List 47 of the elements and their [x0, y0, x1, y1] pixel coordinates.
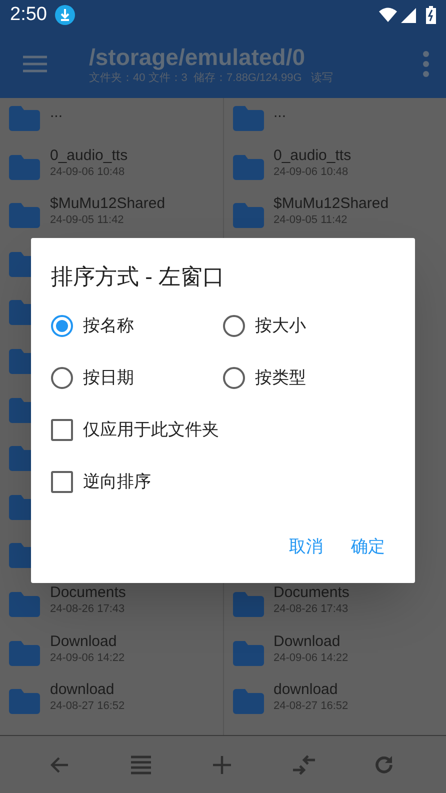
folder-icon [232, 106, 264, 131]
folder-icon [9, 592, 40, 617]
radio-option[interactable]: 按名称 [51, 314, 223, 338]
folder-name: 0_audio_tts [274, 146, 352, 165]
folder-icon [9, 640, 40, 666]
folder-name: Documents [50, 584, 126, 602]
battery-icon [426, 6, 436, 24]
radio-button[interactable] [51, 367, 73, 389]
folder-icon [232, 154, 264, 180]
storage-info: 文件夹：40 文件：3 储存：7.88G/124.99G 读写 [89, 71, 333, 85]
folder-icon [9, 106, 40, 131]
folder-name: download [50, 681, 116, 700]
radio-option[interactable]: 按大小 [223, 314, 395, 338]
clock: 2:50 [10, 2, 47, 27]
parent-folder: ... [274, 104, 286, 122]
folder-name: download [274, 681, 339, 700]
folder-icon [232, 203, 264, 228]
folder-icon [232, 640, 264, 666]
folder-name: Download [274, 632, 342, 651]
more-icon[interactable] [422, 51, 430, 77]
folder-name: 0_audio_tts [50, 146, 128, 165]
radio-option[interactable]: 按日期 [51, 366, 223, 390]
checkbox[interactable] [51, 419, 73, 441]
download-icon [54, 5, 75, 25]
radio-button[interactable] [223, 367, 245, 389]
checkbox-option[interactable]: 逆向排序 [51, 463, 151, 501]
parent-folder: ... [50, 104, 63, 122]
folder-icon [9, 203, 40, 228]
folder-icon [232, 592, 264, 617]
folder-name: $MuMu12Shared [50, 195, 166, 214]
signal-icon [401, 8, 416, 22]
radio-option[interactable]: 按类型 [223, 366, 395, 390]
path-title: /storage/emulated/0 [89, 43, 306, 71]
folder-name: Download [50, 632, 118, 651]
dialog-title: 排序方式 - 左窗口 [51, 263, 225, 291]
menu-icon[interactable] [23, 55, 47, 73]
checkbox[interactable] [51, 471, 73, 493]
radio-button[interactable] [223, 315, 245, 337]
checkbox-option[interactable]: 仅应用于此文件夹 [51, 411, 219, 449]
folder-icon [9, 154, 40, 180]
folder-name: Documents [274, 584, 350, 602]
radio-button[interactable] [51, 315, 73, 337]
folder-name: $MuMu12Shared [274, 195, 389, 214]
folder-icon [232, 689, 264, 714]
swap-arrows-icon[interactable] [291, 752, 318, 776]
wifi-icon [379, 7, 397, 23]
folder-icon [9, 689, 40, 714]
